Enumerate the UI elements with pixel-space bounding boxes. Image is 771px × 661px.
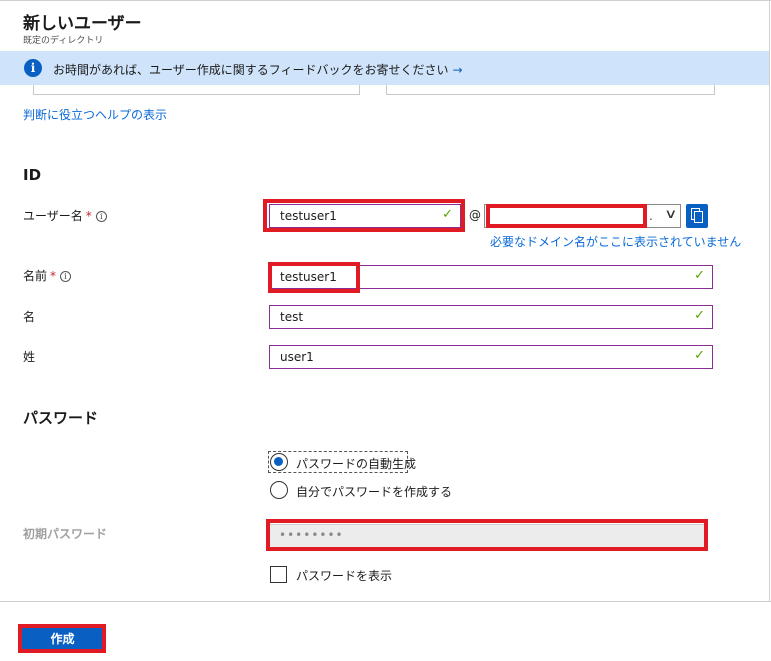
radio-create-own[interactable] xyxy=(270,481,288,499)
highlight-box xyxy=(263,199,465,232)
section-title-id: ID xyxy=(23,166,42,184)
initial-password-label: 初期パスワード xyxy=(23,527,108,541)
info-icon: i xyxy=(24,59,42,77)
radio-create-own-label[interactable]: 自分でパスワードを作成する xyxy=(296,483,452,500)
copy-icon-back xyxy=(694,211,703,223)
right-border xyxy=(769,0,770,601)
last-name-value: user1 xyxy=(280,350,314,364)
info-icon[interactable]: i xyxy=(60,271,72,282)
page-title: 新しいユーザー xyxy=(23,14,142,34)
radio-auto-generate-label[interactable]: パスワードの自動生成 xyxy=(296,455,416,472)
feedback-banner-text[interactable]: お時間があれば、ユーザー作成に関するフィードバックをお寄せください → xyxy=(53,61,463,78)
highlight-box xyxy=(18,624,106,653)
username-label: ユーザー名 * i xyxy=(23,207,107,224)
chevron-down-icon: ∨ xyxy=(664,207,678,222)
top-border xyxy=(0,0,771,1)
domain-warning-link[interactable]: 必要なドメイン名がここに表示されていません xyxy=(490,233,741,250)
feedback-banner-label: お時間があれば、ユーザー作成に関するフィードバックをお寄せください xyxy=(53,63,449,77)
previous-field-stub xyxy=(386,85,715,95)
redacted-domain-box xyxy=(486,204,647,228)
footer-divider xyxy=(0,601,771,602)
required-mark: * xyxy=(85,209,92,223)
section-title-password: パスワード xyxy=(23,409,99,427)
name-label-text: 名前 xyxy=(23,269,48,283)
previous-field-stub xyxy=(33,85,360,95)
radio-auto-generate[interactable] xyxy=(270,453,288,471)
required-mark: * xyxy=(50,269,57,283)
last-name-label: 姓 xyxy=(23,350,36,364)
copy-button[interactable] xyxy=(686,204,708,228)
first-name-label: 名 xyxy=(23,310,36,324)
at-sign: @ xyxy=(469,208,481,222)
last-name-input[interactable]: user1 ✓ xyxy=(269,345,713,369)
info-icon[interactable]: i xyxy=(95,211,107,222)
first-name-input[interactable]: test ✓ xyxy=(269,305,713,329)
show-password-label[interactable]: パスワードを表示 xyxy=(296,567,392,584)
arrow-right-icon: → xyxy=(452,63,463,77)
page-subtitle: 既定のディレクトリ xyxy=(23,36,104,46)
first-name-value: test xyxy=(280,310,304,324)
highlight-box xyxy=(266,519,708,551)
check-icon: ✓ xyxy=(694,268,705,283)
username-label-text: ユーザー名 xyxy=(23,209,83,223)
domain-dot: . xyxy=(649,209,653,223)
check-icon: ✓ xyxy=(694,348,705,363)
show-password-checkbox[interactable] xyxy=(270,566,287,583)
name-label: 名前 * i xyxy=(23,267,72,284)
highlight-box xyxy=(268,262,360,293)
help-link[interactable]: 判断に役立つヘルプの表示 xyxy=(23,106,167,123)
check-icon: ✓ xyxy=(694,308,705,323)
